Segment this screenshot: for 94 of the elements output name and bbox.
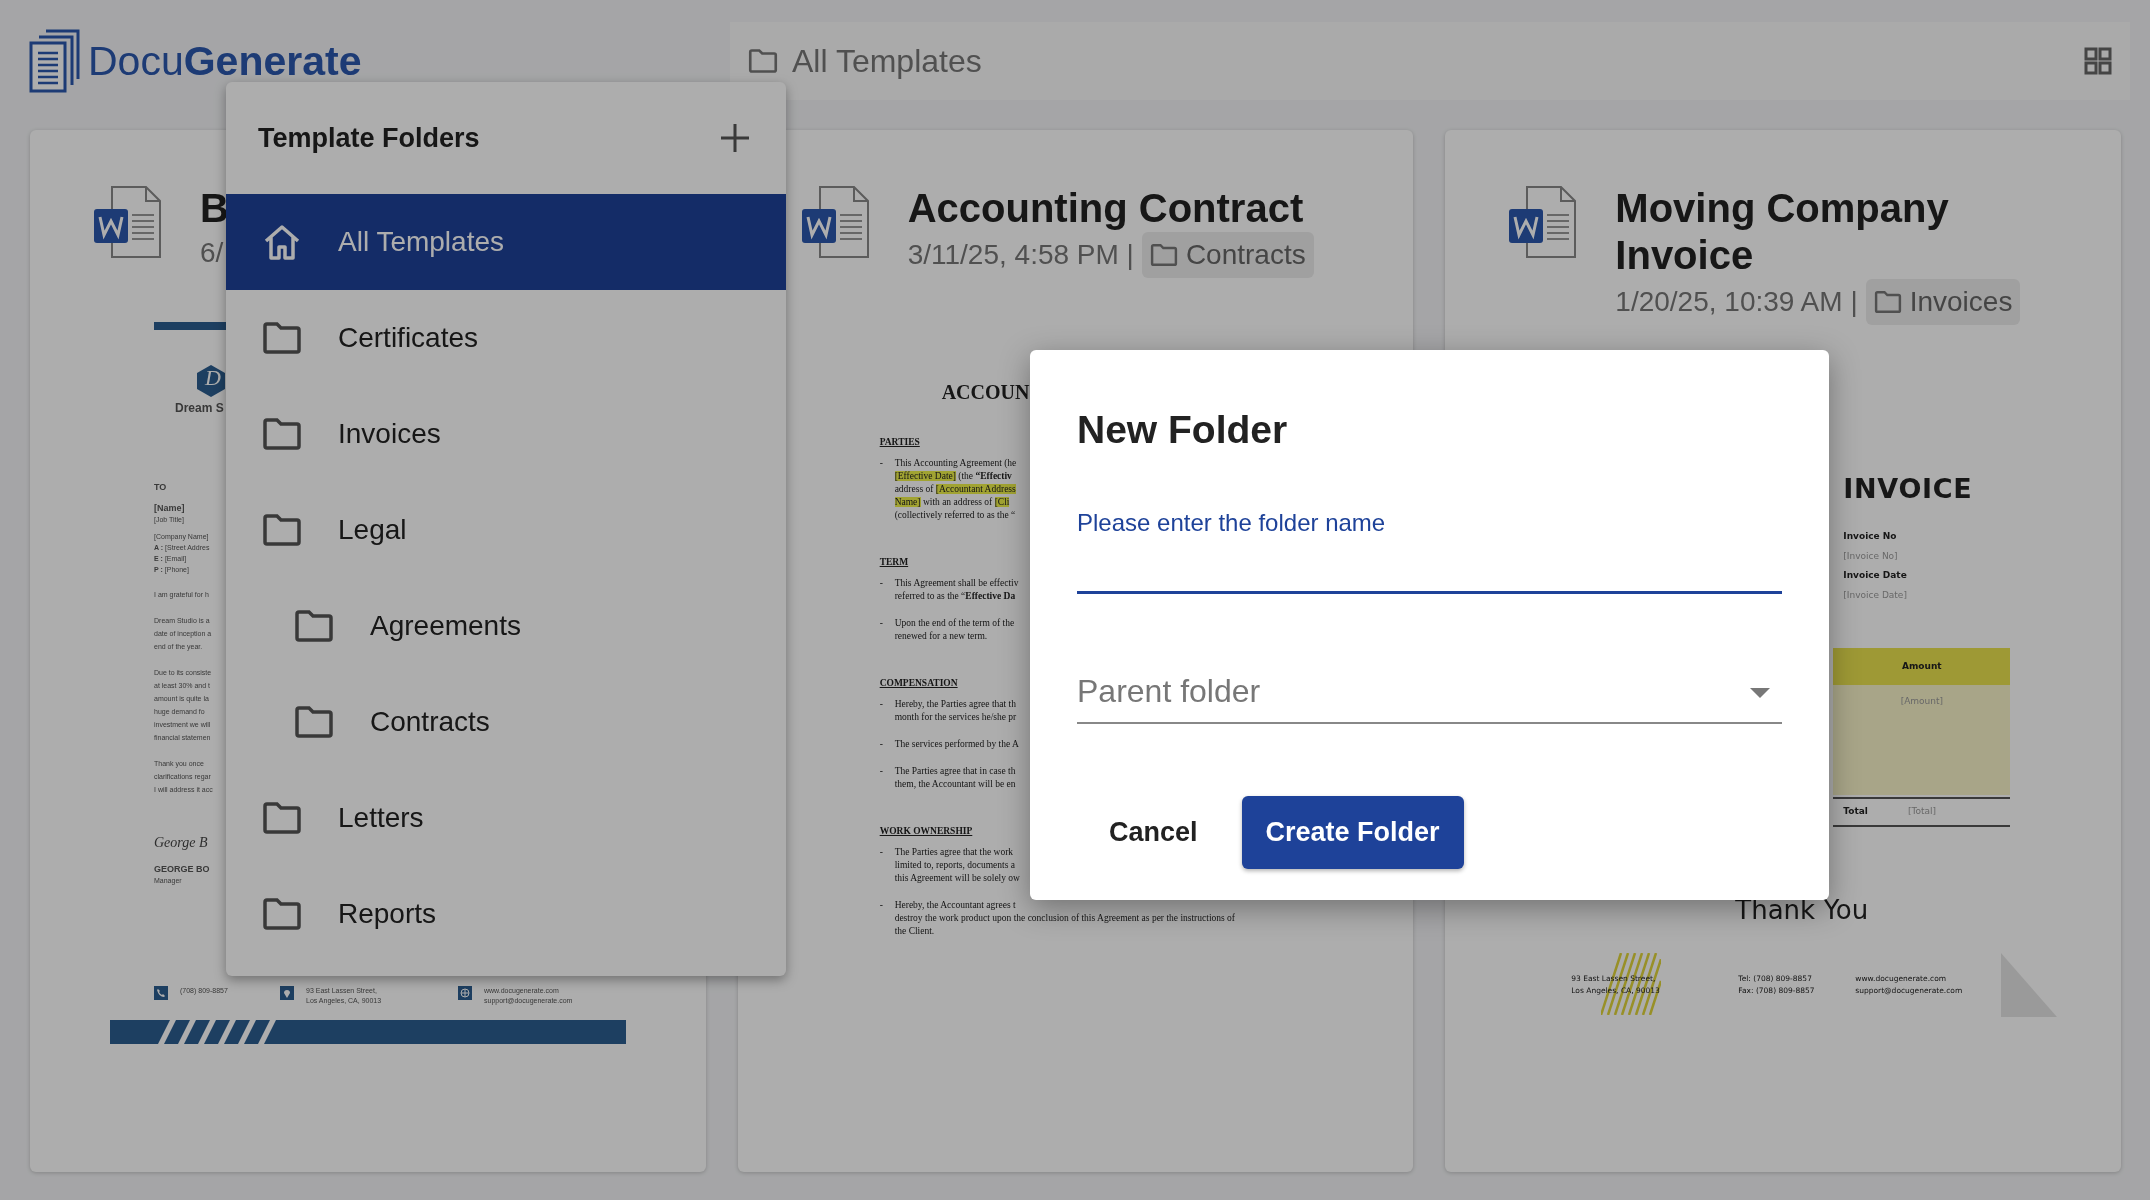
contract-text-line: [Effective Date] (the “Effectiv	[894, 470, 1013, 483]
folder-menu-item[interactable]: Agreements	[226, 578, 786, 674]
section-heading: WORK OWNERSHIP	[879, 825, 973, 838]
recipient-name: [Name]	[154, 503, 186, 514]
grid-view-icon[interactable]	[2084, 47, 2112, 75]
total-value: [Total]	[1907, 805, 1936, 818]
folder-menu-item[interactable]: Legal	[226, 482, 786, 578]
signer-name: GEORGE BO	[154, 864, 211, 875]
contract-text-line: this Agreement will be solely ow	[894, 872, 1020, 885]
total-label: Total	[1843, 805, 1868, 818]
folder-icon	[262, 801, 302, 835]
field-label: Invoice No	[1843, 530, 1898, 543]
menu-title: Template Folders	[258, 121, 480, 155]
contract-text-line: the Client.	[894, 925, 936, 938]
folder-tag[interactable]: Contracts	[1141, 232, 1314, 278]
logo-initial: D	[205, 367, 221, 389]
home-icon	[262, 223, 302, 261]
recipient-label: TO	[154, 482, 168, 493]
app-logo-text: DocuGenerate	[88, 40, 362, 82]
cancel-button[interactable]: Cancel	[1085, 796, 1222, 869]
template-date: 6/	[200, 236, 224, 270]
contract-title: ACCOUN	[941, 382, 1031, 402]
dialog-title: New Folder	[1077, 410, 1289, 449]
contract-text-line: Upon the end of the term of the	[894, 617, 1015, 630]
folder-tag[interactable]: Invoices	[1865, 279, 2021, 325]
globe-icon	[458, 986, 472, 1000]
location-pin-icon	[280, 986, 294, 1000]
contract-text-line: them, the Accountant will be en	[894, 778, 1016, 791]
list-dash: -	[879, 698, 884, 711]
field-placeholder: [Invoice No]	[1843, 549, 1899, 563]
template-date: 1/20/25, 10:39 AM |	[1615, 285, 1858, 319]
folder-menu-item[interactable]: Invoices	[226, 386, 786, 482]
list-dash: -	[879, 457, 884, 470]
contract-text-line: referred to as the “Effective Da	[894, 590, 1017, 603]
contract-text-line: Name] with an address of [Cli	[894, 496, 1011, 509]
list-dash: -	[879, 577, 884, 590]
folder-icon	[262, 417, 302, 451]
contract-text-line: Hereby, the Parties agree that th	[894, 698, 1017, 711]
contract-text-line: month for the services he/she pr	[894, 711, 1017, 724]
contract-text-line: The Parties agree that the work	[894, 846, 1015, 859]
section-heading: TERM	[879, 556, 909, 569]
list-dash: -	[879, 899, 884, 912]
amount-header: Amount	[1833, 648, 2011, 685]
contract-text-line: Hereby, the Accountant agrees t	[894, 899, 1017, 912]
template-title: Accounting Contract	[907, 185, 1305, 232]
section-heading: PARTIES	[879, 436, 920, 449]
field-placeholder: [Invoice Date]	[1843, 588, 1908, 602]
list-dash: -	[879, 617, 884, 630]
phone-icon	[154, 986, 168, 1000]
brand-name: Dream S	[175, 402, 225, 414]
amount-cell: [Amount]	[1833, 685, 2011, 795]
plus-icon[interactable]	[720, 123, 750, 153]
folder-menu-item[interactable]: Reports	[226, 866, 786, 962]
contract-text-line: destroy the work product upon the conclusion of this Agreement as per the instructions of	[894, 912, 1235, 925]
folder-icon	[294, 609, 334, 643]
contract-text-line: renewed for a new term.	[894, 630, 989, 643]
folder-icon	[294, 705, 334, 739]
list-dash: -	[879, 738, 884, 751]
folder-icon	[262, 513, 302, 547]
create-folder-button[interactable]: Create Folder	[1241, 796, 1464, 869]
field-label: Invoice Date	[1843, 569, 1908, 582]
word-document-icon	[799, 185, 870, 259]
parent-folder-select[interactable]: Parent folder	[1077, 672, 1782, 724]
header-bar	[154, 322, 226, 330]
folder-menu-item[interactable]: Letters	[226, 770, 786, 866]
folder-icon	[1149, 243, 1178, 267]
folder-icon	[748, 48, 778, 74]
contract-text-line: address of [Accountant Address	[894, 483, 1017, 496]
folder-menu-item[interactable]: All Templates	[226, 194, 786, 290]
dropdown-caret-icon	[1750, 688, 1770, 698]
template-date: 3/11/25, 4:58 PM |	[907, 238, 1134, 272]
list-dash: -	[879, 765, 884, 778]
template-title: Moving Company Invoice	[1615, 185, 1950, 279]
section-heading: COMPENSATION	[879, 677, 958, 690]
word-document-icon	[92, 185, 162, 259]
word-document-icon	[1507, 185, 1578, 259]
invoice-title: INVOICE	[1843, 475, 1974, 502]
folder-icon	[1873, 290, 1902, 314]
contract-text-line: (collectively referred to as the “	[894, 509, 1017, 522]
contract-text-line: limited to, reports, documents a	[894, 859, 1016, 872]
folder-menu-item[interactable]: Certificates	[226, 290, 786, 386]
contract-text-line: The Parties agree that in case th	[894, 765, 1016, 778]
folder-icon	[262, 897, 302, 931]
contract-text-line: This Agreement shall be effectiv	[894, 577, 1019, 590]
documents-logo-icon	[28, 29, 82, 93]
list-dash: -	[879, 846, 884, 859]
contract-text-line: The services performed by the A	[894, 738, 1019, 751]
thank-you-text: Thank You	[1735, 896, 1870, 923]
template-title: B	[200, 185, 229, 232]
folder-icon	[262, 321, 302, 355]
folder-name-field[interactable]: Please enter the folder name	[1077, 505, 1782, 594]
folder-menu-item[interactable]: Contracts	[226, 674, 786, 770]
signature: George B	[154, 836, 209, 850]
contract-text-line: This Accounting Agreement (he	[894, 457, 1017, 470]
